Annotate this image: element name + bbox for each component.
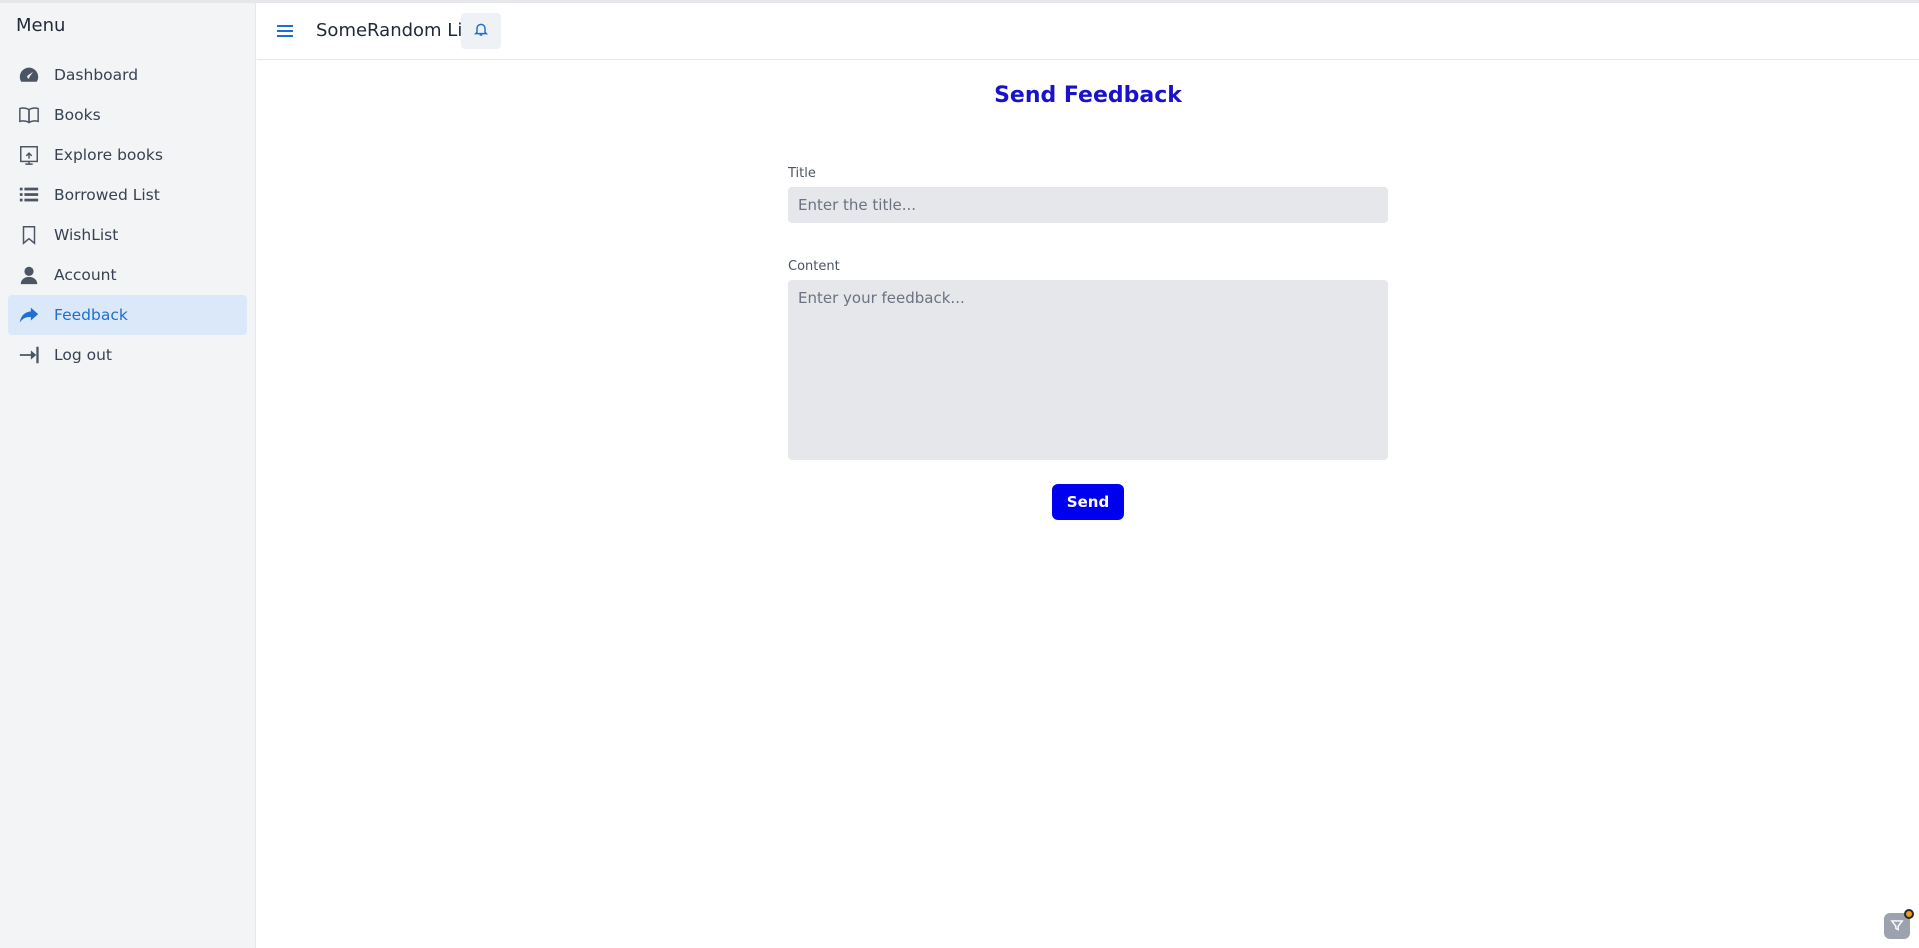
sidebar-item-log-out[interactable]: Log out: [8, 335, 247, 375]
dashboard-gauge-icon: [18, 64, 40, 86]
corner-widget-button[interactable]: [1884, 909, 1914, 939]
hamburger-icon[interactable]: [275, 21, 295, 41]
sidebar-item-label: Account: [54, 266, 117, 284]
content-textarea[interactable]: [788, 280, 1388, 460]
sidebar: Menu Dashboard Books Explore books Borro…: [0, 3, 256, 948]
title-input[interactable]: [788, 187, 1388, 223]
main-content: Send Feedback Title Content Send: [257, 61, 1919, 948]
notification-button[interactable]: [461, 13, 501, 49]
user-icon: [18, 264, 40, 286]
sidebar-item-label: Dashboard: [54, 66, 139, 84]
title-label: Title: [788, 166, 816, 181]
sidebar-item-label: WishList: [54, 226, 119, 244]
content-label: Content: [788, 259, 840, 274]
sidebar-item-borrowed-list[interactable]: Borrowed List: [8, 175, 247, 215]
send-button[interactable]: Send: [1052, 484, 1124, 520]
feedback-form: Title Content Send: [788, 166, 1388, 520]
sidebar-item-label: Explore books: [54, 146, 163, 164]
sidebar-item-label: Books: [54, 106, 101, 124]
explore-icon: [18, 144, 40, 166]
list-icon: [18, 184, 40, 206]
sidebar-item-dashboard[interactable]: Dashboard: [8, 55, 247, 95]
sidebar-item-label: Log out: [54, 346, 112, 364]
sidebar-item-feedback[interactable]: Feedback: [8, 295, 247, 335]
logout-icon: [18, 344, 40, 366]
sidebar-item-explore-books[interactable]: Explore books: [8, 135, 247, 175]
send-row: Send: [788, 484, 1388, 520]
page-title: Send Feedback: [994, 83, 1182, 108]
app-title: SomeRandom Lib: [316, 20, 474, 41]
bookmark-icon: [18, 224, 40, 246]
sidebar-item-wishlist[interactable]: WishList: [8, 215, 247, 255]
open-book-icon: [18, 104, 40, 126]
sidebar-item-label: Feedback: [54, 306, 128, 324]
top-header: SomeRandom Lib: [257, 3, 1919, 60]
bell-icon: [473, 21, 489, 41]
content-group: Content: [788, 259, 1388, 460]
sidebar-item-account[interactable]: Account: [8, 255, 247, 295]
notification-dot: [1904, 909, 1914, 919]
sidebar-item-books[interactable]: Books: [8, 95, 247, 135]
sidebar-nav: Dashboard Books Explore books Borrowed L…: [8, 55, 247, 375]
sidebar-item-label: Borrowed List: [54, 186, 160, 204]
sidebar-title: Menu: [16, 15, 66, 36]
share-arrow-icon: [18, 304, 40, 326]
title-group: Title: [788, 166, 1388, 223]
filter-icon: [1890, 917, 1904, 936]
